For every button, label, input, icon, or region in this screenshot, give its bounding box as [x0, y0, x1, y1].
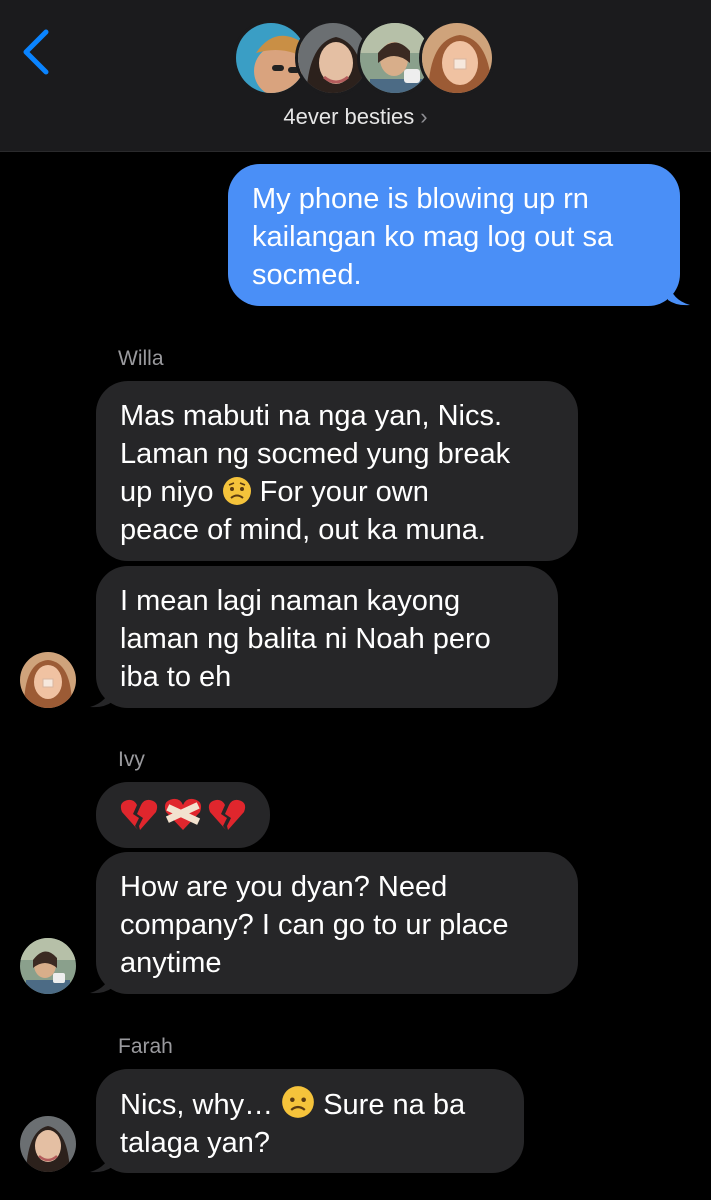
chat-header: 4ever besties ›	[0, 0, 711, 152]
bubble-tail	[90, 1149, 112, 1173]
bubble-tail	[668, 282, 690, 306]
incoming-message[interactable]: Mas mabuti na nga yan, Nics. Laman ng so…	[96, 381, 578, 561]
ivy-avatar[interactable]	[20, 938, 76, 994]
bubble-tail	[90, 970, 112, 994]
message-line: peace of mind, out ka muna.	[120, 514, 486, 546]
farah-avatar[interactable]	[20, 1116, 76, 1172]
message-text: Sure na ba	[323, 1089, 466, 1121]
message-line: I mean lagi naman kayong	[120, 585, 461, 617]
message-line: Laman ng socmed yung break	[120, 438, 511, 470]
back-button[interactable]	[18, 26, 58, 78]
group-title[interactable]: 4ever besties ›	[0, 104, 711, 130]
incoming-message[interactable]: How are you dyan? Need company? I can go…	[96, 852, 578, 994]
message-line: talaga yan?	[120, 1127, 270, 1159]
group-avatars[interactable]	[233, 20, 495, 96]
message-line: kailangan ko mag log out sa	[252, 221, 614, 253]
message-line: up niyo For your own	[120, 473, 554, 511]
message-line: iba to eh	[120, 661, 232, 693]
message-line: company? I can go to ur place	[120, 909, 509, 941]
message-line: Nics, why… Sure na ba	[120, 1085, 500, 1124]
incoming-message[interactable]: I mean lagi naman kayong laman ng balita…	[96, 566, 558, 708]
sender-name: Ivy	[118, 748, 145, 771]
message-line: anytime	[120, 947, 222, 979]
message-text: Nics, why…	[120, 1089, 274, 1121]
message-line: My phone is blowing up rn	[252, 183, 589, 215]
message-line: How are you dyan? Need	[120, 871, 448, 903]
bubble-tail	[90, 684, 112, 708]
chevron-right-icon: ›	[420, 104, 428, 129]
incoming-message[interactable]	[96, 782, 270, 848]
message-text: For your own	[259, 476, 429, 508]
chevron-left-icon	[23, 29, 49, 75]
worried-face-emoji-icon	[282, 1086, 315, 1118]
worried-face-emoji-icon	[222, 477, 251, 505]
outgoing-message[interactable]: My phone is blowing up rn kailangan ko m…	[228, 164, 680, 306]
broken-heart-mending-heart-emoji-icon	[120, 798, 246, 830]
message-line: Mas mabuti na nga yan, Nics.	[120, 400, 503, 432]
incoming-message[interactable]: Nics, why… Sure na ba talaga yan?	[96, 1069, 524, 1173]
member-4-avatar	[419, 20, 495, 96]
sender-name: Farah	[118, 1035, 173, 1058]
sender-name: Willa	[118, 347, 164, 370]
message-text: up niyo	[120, 476, 214, 508]
message-line: socmed.	[252, 259, 362, 291]
group-name: 4ever besties	[283, 104, 415, 129]
message-line: laman ng balita ni Noah pero	[120, 623, 491, 655]
willa-avatar[interactable]	[20, 652, 76, 708]
